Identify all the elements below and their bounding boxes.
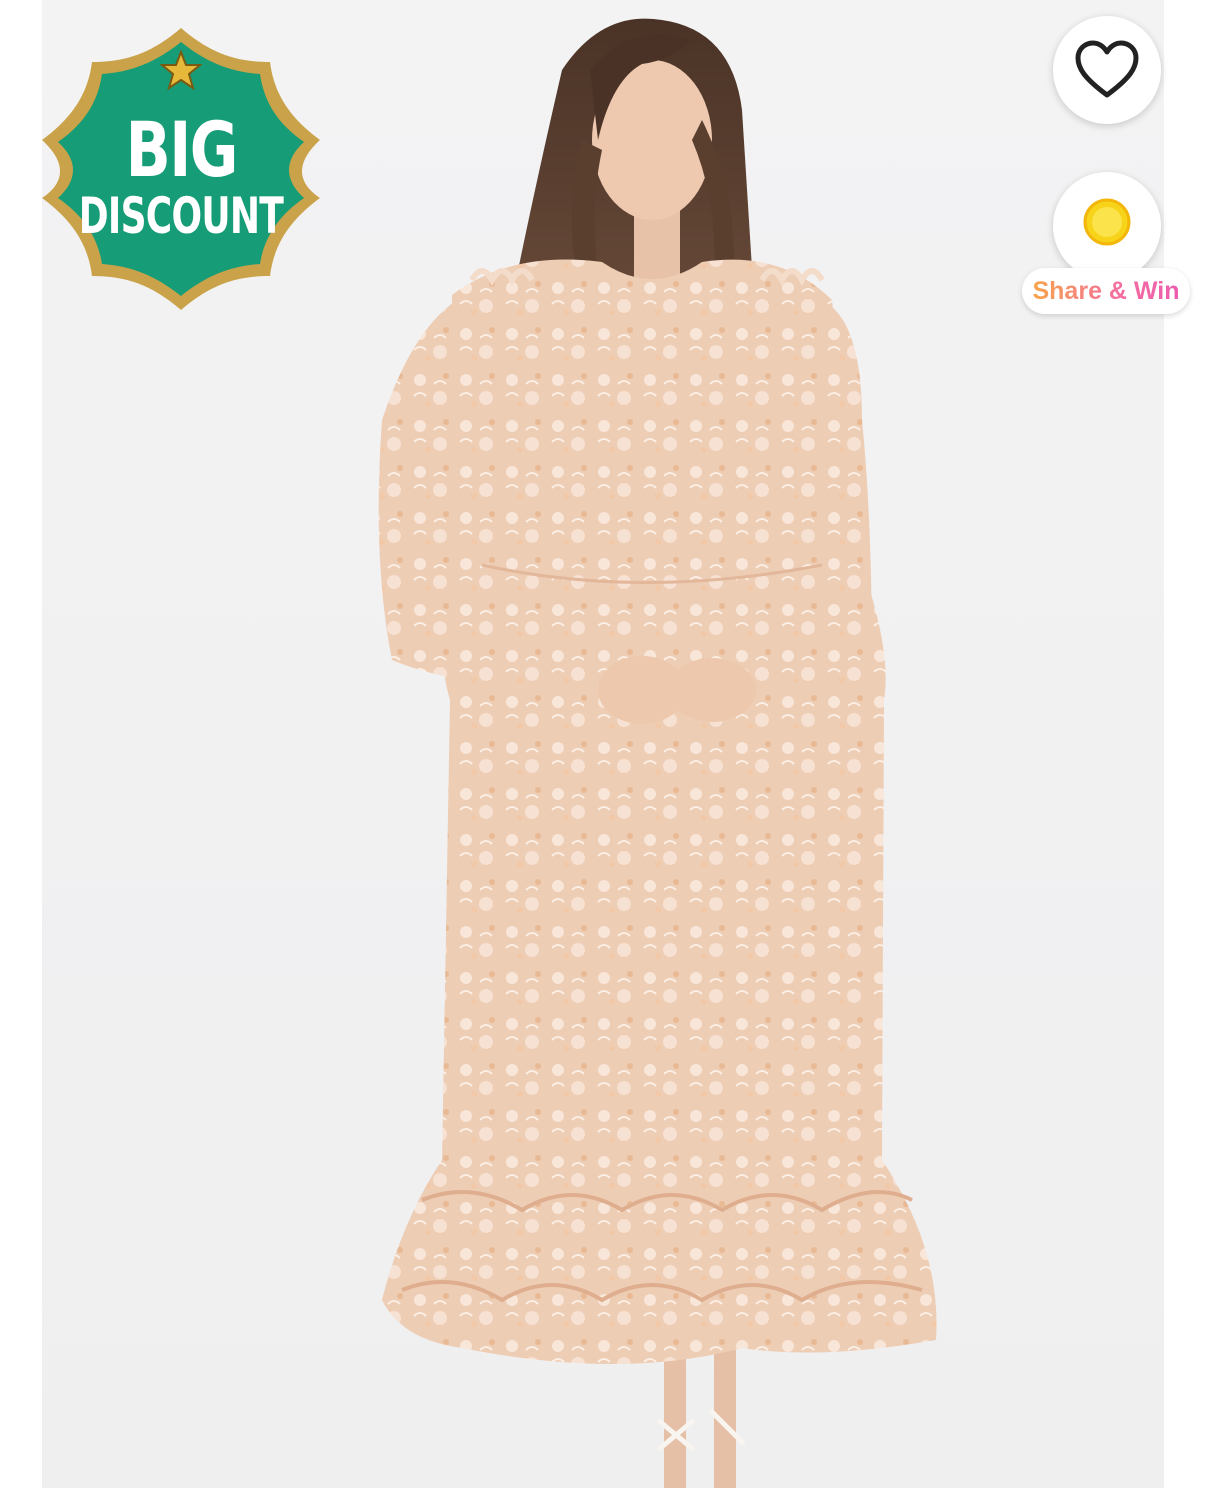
favorite-button[interactable] [1053, 16, 1161, 124]
heart-outline-icon [1075, 40, 1139, 98]
badge-line-discount: DISCOUNT [78, 187, 284, 245]
share-win-button[interactable] [1053, 172, 1161, 280]
share-win-label[interactable]: Share & Win [1022, 268, 1190, 314]
gold-coin-icon [1083, 198, 1131, 246]
badge-line-big: BIG [125, 105, 238, 194]
share-win-text: Share & Win [1032, 276, 1180, 305]
big-discount-badge: BIG DISCOUNT [34, 22, 328, 316]
badge-text: BIG DISCOUNT [34, 22, 328, 316]
